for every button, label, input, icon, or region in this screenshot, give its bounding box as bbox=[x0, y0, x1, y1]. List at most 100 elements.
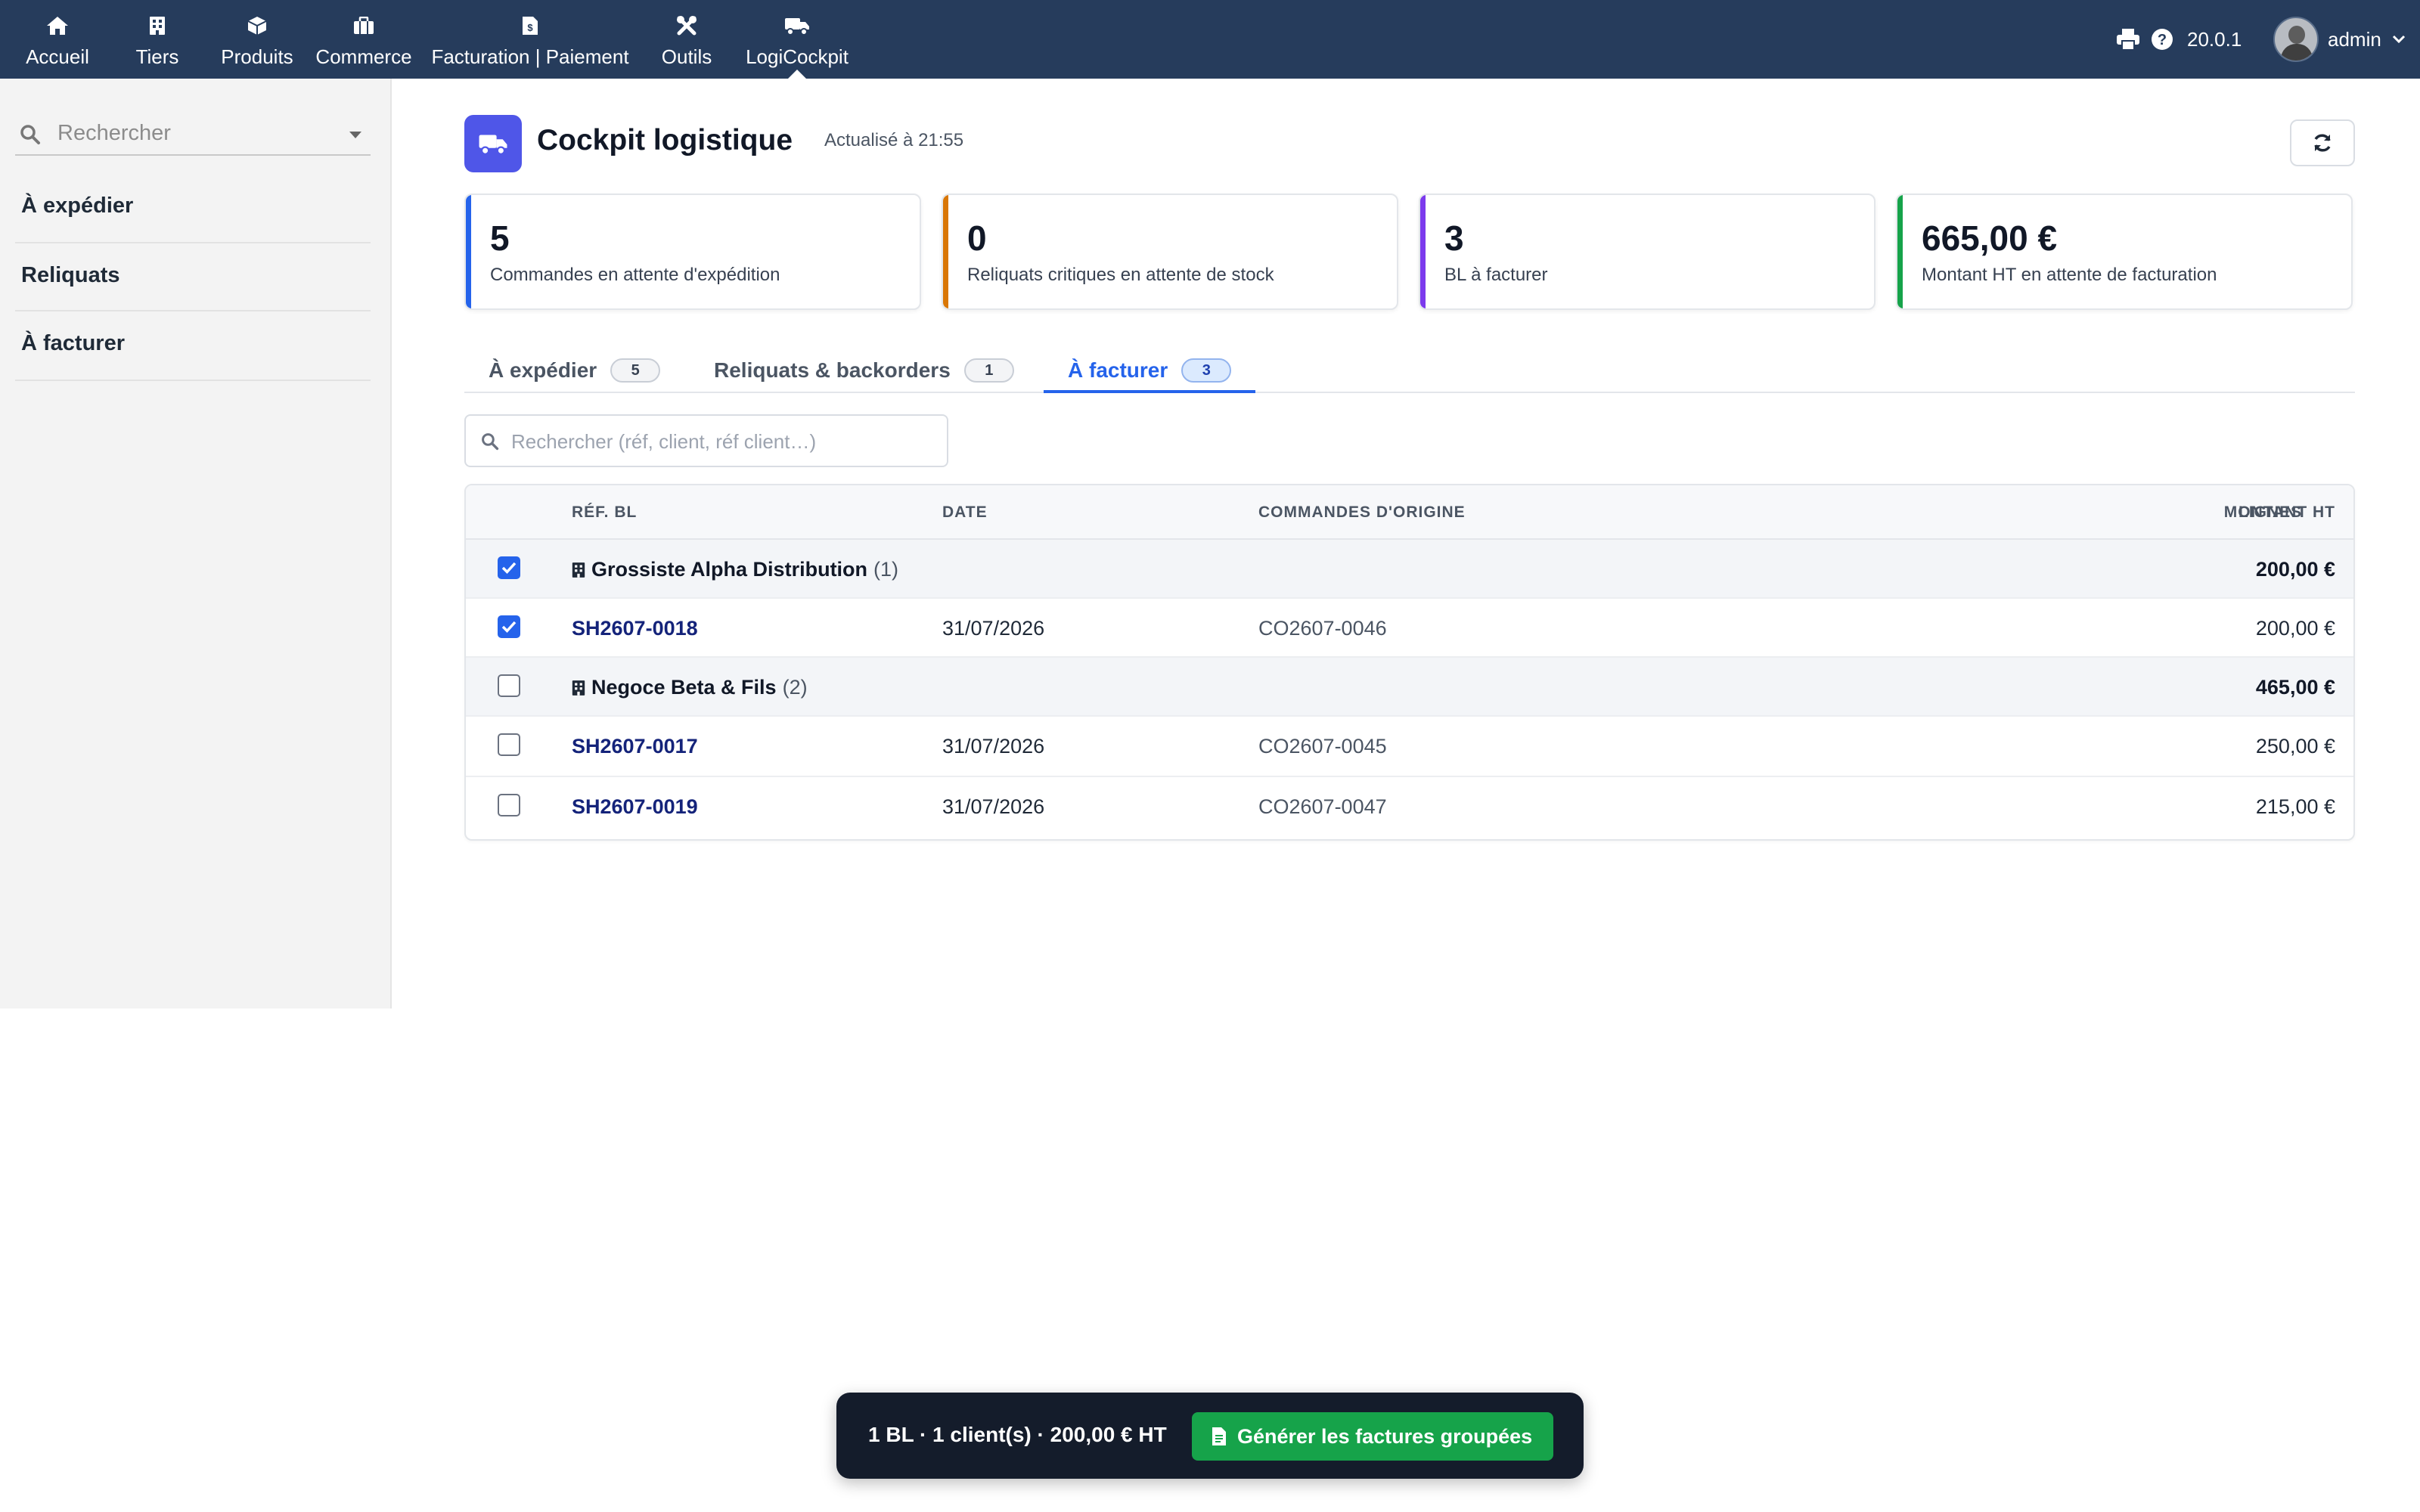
sidebar: Rechercher À expédier Reliquats À factur… bbox=[0, 79, 392, 1009]
row-checkbox[interactable] bbox=[498, 615, 520, 638]
kpi-accent bbox=[943, 195, 948, 308]
nav-item-facturation[interactable]: $ Facturation | Paiement bbox=[428, 0, 632, 79]
nav-label: Commerce bbox=[315, 45, 412, 68]
user-menu[interactable]: admin bbox=[2273, 0, 2406, 79]
kpi-caption: BL à facturer bbox=[1444, 265, 1548, 285]
chevron-down-icon bbox=[2392, 35, 2406, 44]
page-title: Cockpit logistique bbox=[537, 124, 793, 156]
kpi-card-bl: 3 BL à facturer bbox=[1419, 194, 1876, 310]
sidebar-search[interactable]: Rechercher bbox=[15, 116, 371, 156]
nav-label: Tiers bbox=[135, 45, 179, 68]
refresh-button[interactable] bbox=[2290, 119, 2355, 166]
nav-item-tiers[interactable]: Tiers bbox=[121, 0, 194, 79]
tab-count-badge: 5 bbox=[610, 358, 661, 383]
group-checkbox[interactable] bbox=[498, 556, 520, 579]
origin-order: CO2607-0045 bbox=[1258, 735, 1387, 758]
column-header-amount[interactable]: MONTANT HT bbox=[2224, 503, 2335, 522]
group-total: 465,00 € bbox=[2255, 676, 2335, 699]
group-client-name: Grossiste Alpha Distribution (1) bbox=[572, 558, 898, 581]
invoice-icon: $ bbox=[522, 15, 538, 36]
active-caret bbox=[788, 70, 806, 79]
table-row: SH2607-0018 31/07/2026 CO2607-0046 1 200… bbox=[466, 599, 2353, 658]
print-icon[interactable] bbox=[2116, 28, 2140, 51]
kpi-caption: Montant HT en attente de facturation bbox=[1922, 265, 2217, 285]
row-checkbox[interactable] bbox=[498, 733, 520, 756]
generate-invoices-button[interactable]: Générer les factures groupées bbox=[1192, 1412, 1554, 1461]
kpi-value: 3 bbox=[1444, 218, 1464, 258]
tools-icon bbox=[676, 15, 697, 36]
building-icon bbox=[149, 15, 166, 36]
column-header-date[interactable]: DATE bbox=[942, 503, 988, 522]
help-icon[interactable]: ? bbox=[2151, 28, 2173, 51]
client-name: Grossiste Alpha Distribution bbox=[591, 558, 868, 581]
group-row: Negoce Beta & Fils (2) 465,00 € bbox=[466, 658, 2353, 717]
nav-item-commerce[interactable]: Commerce bbox=[310, 0, 417, 79]
cube-icon bbox=[247, 15, 268, 36]
kpi-accent bbox=[1420, 195, 1426, 308]
nav-item-logicockpit[interactable]: LogiCockpit bbox=[734, 0, 861, 79]
bl-table: RÉF. BL DATE COMMANDES D'ORIGINE LIGNES … bbox=[464, 484, 2355, 841]
divider bbox=[15, 310, 371, 311]
client-bl-count: (2) bbox=[782, 676, 808, 699]
tab-a-expedier[interactable]: À expédier 5 bbox=[489, 349, 661, 392]
tabs-divider bbox=[464, 392, 2355, 393]
origin-order: CO2607-0046 bbox=[1258, 617, 1387, 640]
sidebar-item-reliquats[interactable]: Reliquats bbox=[21, 263, 371, 288]
table-search bbox=[464, 414, 948, 467]
client-name: Negoce Beta & Fils bbox=[591, 676, 777, 699]
bl-date: 31/07/2026 bbox=[942, 617, 1045, 640]
table-header: RÉF. BL DATE COMMANDES D'ORIGINE LIGNES … bbox=[466, 485, 2353, 540]
column-header-ref[interactable]: RÉF. BL bbox=[572, 503, 637, 522]
kpi-value: 665,00 € bbox=[1922, 218, 2058, 258]
kpi-card-reliquats: 0 Reliquats critiques en attente de stoc… bbox=[942, 194, 1398, 310]
nav-item-produits[interactable]: Produits bbox=[212, 0, 302, 79]
nav-label: Produits bbox=[221, 45, 293, 68]
bl-date: 31/07/2026 bbox=[942, 795, 1045, 818]
tab-count-badge: 3 bbox=[1181, 358, 1232, 383]
selection-summary: 1 BL · 1 client(s) · 200,00 € HT bbox=[868, 1423, 1167, 1446]
truck-icon bbox=[478, 132, 508, 155]
tab-a-facturer[interactable]: À facturer 3 bbox=[1068, 349, 1232, 392]
bl-ref-link[interactable]: SH2607-0018 bbox=[572, 617, 698, 640]
row-checkbox[interactable] bbox=[498, 794, 520, 816]
home-icon bbox=[46, 15, 69, 36]
briefcase-icon bbox=[353, 15, 374, 36]
table-row: SH2607-0019 31/07/2026 CO2607-0047 2 215… bbox=[466, 777, 2353, 838]
kpi-accent bbox=[1897, 195, 1903, 308]
search-icon bbox=[481, 432, 499, 451]
selection-action-bar: 1 BL · 1 client(s) · 200,00 € HT Générer… bbox=[836, 1393, 1584, 1479]
tab-reliquats-backorders[interactable]: Reliquats & backorders 1 bbox=[714, 349, 1014, 392]
tab-count-badge: 1 bbox=[963, 358, 1014, 383]
nav-item-accueil[interactable]: Accueil bbox=[15, 0, 100, 79]
svg-text:$: $ bbox=[527, 22, 533, 33]
user-name: admin bbox=[2328, 27, 2381, 51]
bl-ref-link[interactable]: SH2607-0017 bbox=[572, 735, 698, 758]
client-bl-count: (1) bbox=[873, 558, 899, 581]
kpi-card-commandes: 5 Commandes en attente d'expédition bbox=[464, 194, 921, 310]
sidebar-item-a-facturer[interactable]: À facturer bbox=[21, 331, 371, 356]
kpi-value: 5 bbox=[490, 218, 510, 258]
tab-label: À expédier bbox=[489, 358, 597, 382]
group-row: Grossiste Alpha Distribution (1) 200,00 … bbox=[466, 540, 2353, 599]
column-header-orders[interactable]: COMMANDES D'ORIGINE bbox=[1258, 503, 1466, 522]
nav-label: Facturation | Paiement bbox=[431, 45, 629, 68]
generate-button-label: Générer les factures groupées bbox=[1237, 1424, 1533, 1448]
nav-item-outils[interactable]: Outils bbox=[650, 0, 723, 79]
search-icon bbox=[20, 124, 41, 149]
bl-ref-link[interactable]: SH2607-0019 bbox=[572, 795, 698, 819]
sidebar-search-placeholder: Rechercher bbox=[57, 121, 171, 145]
group-checkbox[interactable] bbox=[498, 674, 520, 697]
nav-label: Accueil bbox=[26, 45, 89, 68]
divider bbox=[15, 242, 371, 243]
building-icon bbox=[572, 561, 585, 579]
table-search-input[interactable] bbox=[511, 425, 935, 458]
kpi-value: 0 bbox=[967, 218, 987, 258]
group-client-name: Negoce Beta & Fils (2) bbox=[572, 676, 808, 699]
amount-ht: 200,00 € bbox=[2255, 617, 2335, 640]
nav-label: LogiCockpit bbox=[746, 45, 849, 68]
bl-date: 31/07/2026 bbox=[942, 735, 1045, 758]
sidebar-item-a-expedier[interactable]: À expédier bbox=[21, 194, 371, 218]
kpi-card-montant: 665,00 € Montant HT en attente de factur… bbox=[1896, 194, 2353, 310]
avatar bbox=[2273, 17, 2319, 62]
truck-icon bbox=[784, 15, 810, 36]
